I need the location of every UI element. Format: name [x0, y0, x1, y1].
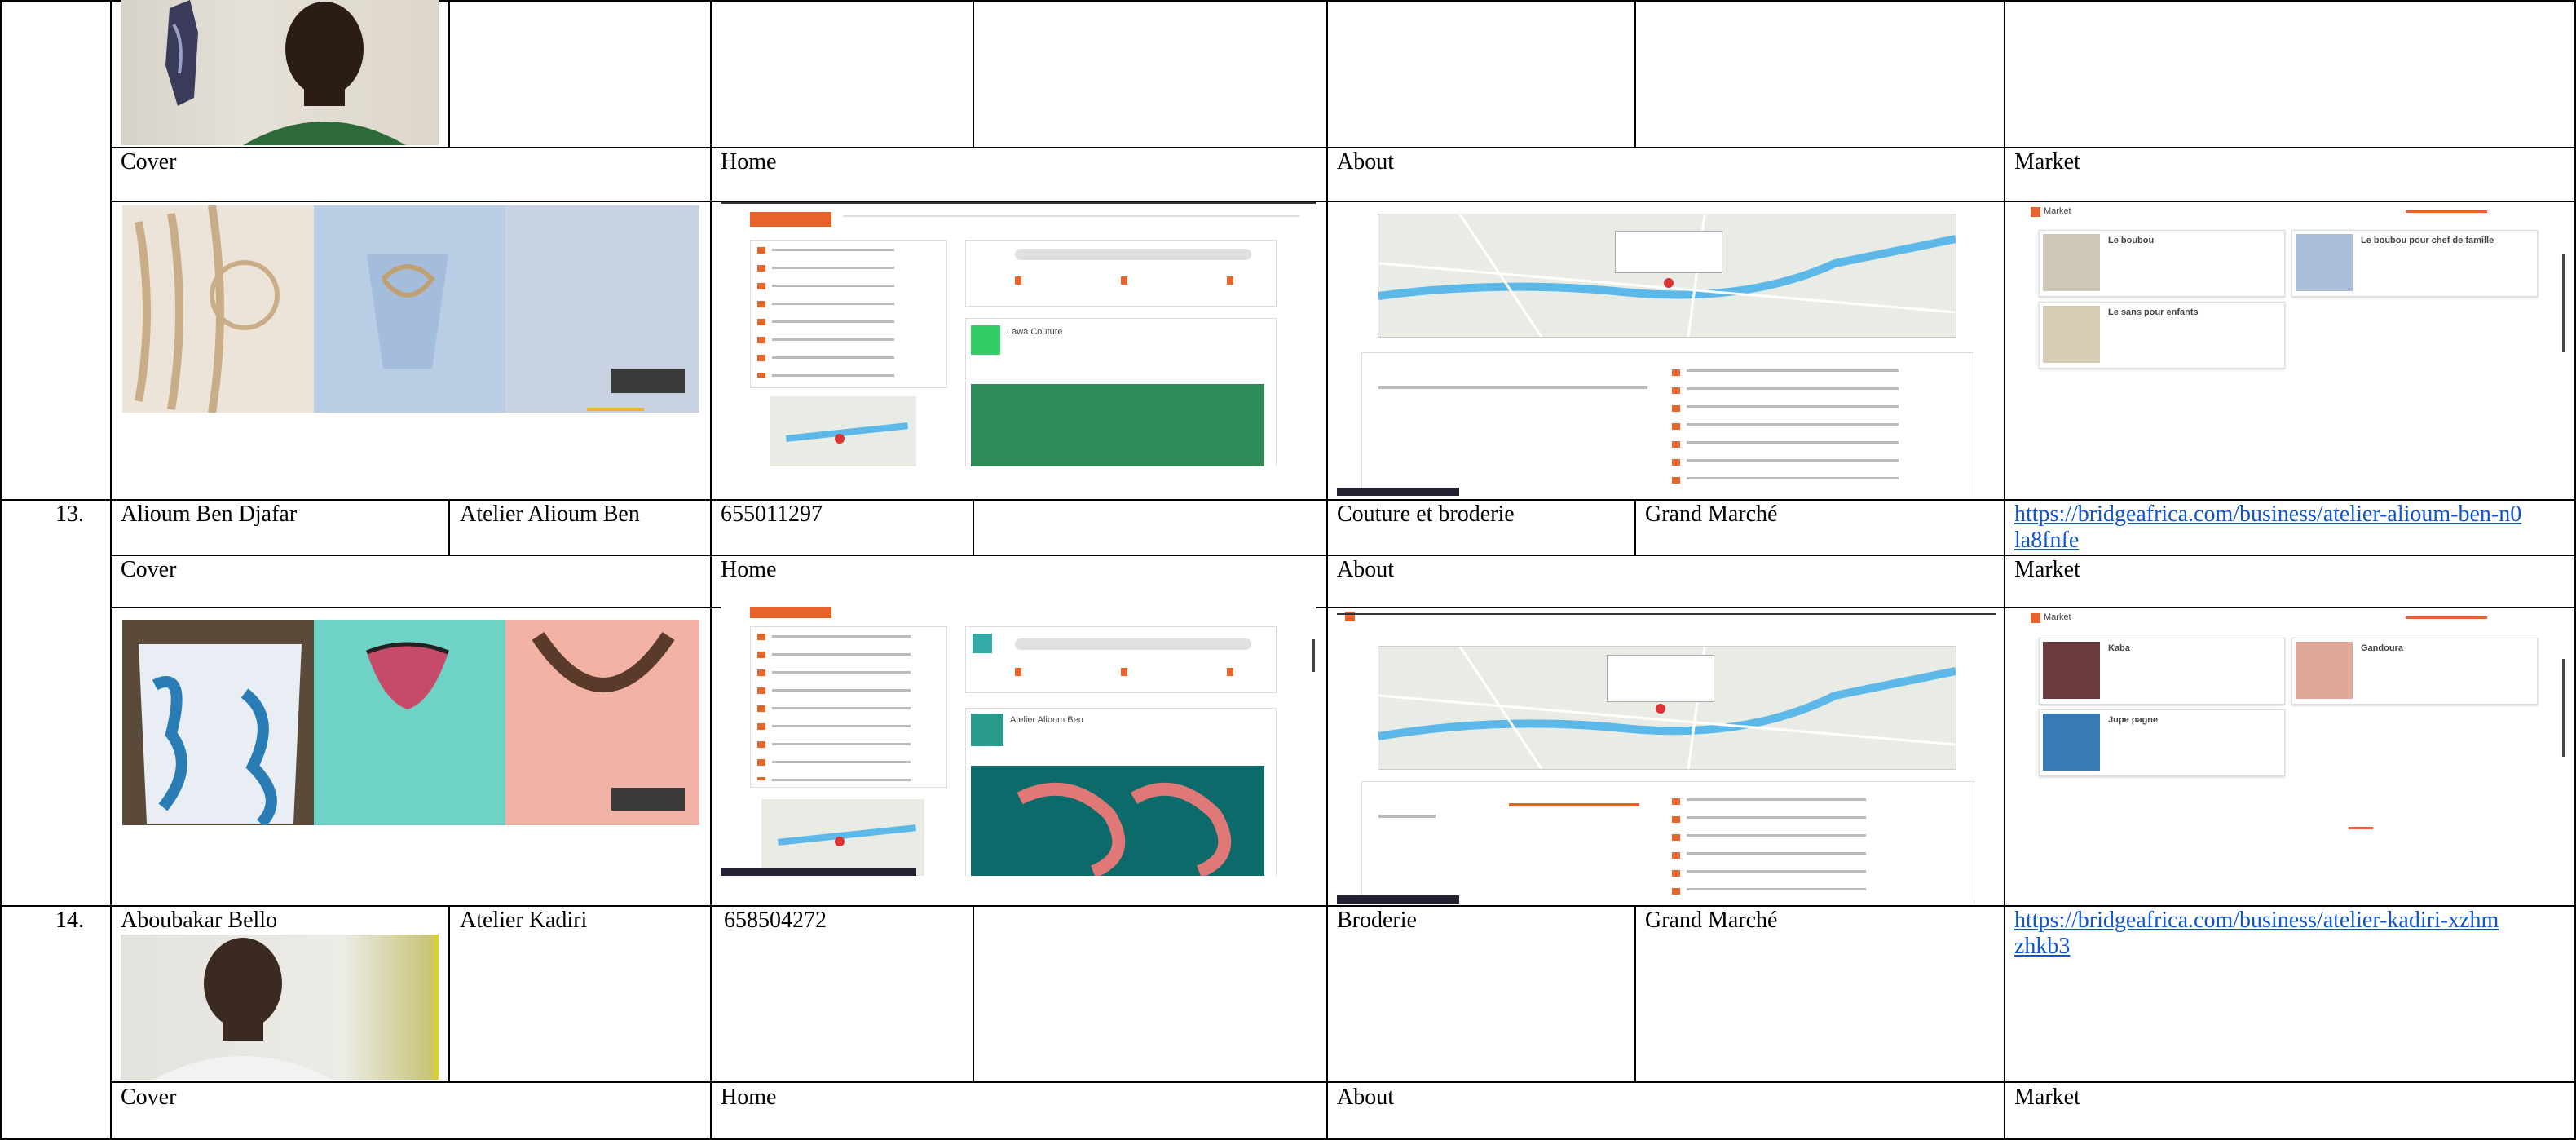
cover-label: Cover: [121, 149, 177, 175]
market-item-title: Le boubou: [2108, 236, 2155, 245]
market-label: Market: [2014, 149, 2080, 175]
col-line: [448, 499, 450, 555]
phone-number: 658504272: [724, 908, 827, 933]
row-line: [110, 1081, 2576, 1083]
col-line: [973, 0, 974, 147]
owner-name: Alioum Ben Djafar: [121, 502, 298, 527]
portrait-photo: [121, 0, 439, 145]
col-line: [448, 905, 450, 1081]
home-screenshot: Lawa Couture: [721, 202, 1316, 466]
row-line: [110, 607, 2576, 608]
cover-label: Cover: [121, 557, 177, 582]
market-location: Grand Marché: [1645, 908, 1778, 933]
table-border-left: [0, 0, 2, 1140]
col-line: [1634, 905, 1636, 1081]
business-name: Atelier Kadiri: [460, 908, 588, 933]
col-line: [973, 499, 974, 555]
market-item-title: Gandoura: [2361, 643, 2403, 653]
business-name: Atelier Alioum Ben: [460, 502, 640, 527]
market-location: Grand Marché: [1645, 502, 1778, 527]
row-line: [110, 147, 2576, 148]
col-line: [1634, 0, 1636, 147]
market-item-title: Kaba: [2108, 643, 2130, 653]
col-line: [710, 0, 712, 1140]
about-label: About: [1337, 149, 1394, 175]
home-screenshot: Atelier Alioum Ben: [721, 607, 1316, 876]
about-map-screenshot: [1337, 610, 1996, 904]
market-heading: Market: [2044, 612, 2071, 622]
col-line: [110, 0, 112, 1140]
market-item-title: Jupe pagne: [2108, 715, 2159, 725]
business-url-link[interactable]: https://bridgeafrica.com/business/atelie…: [2014, 502, 2528, 554]
home-label: Home: [721, 557, 777, 582]
col-line: [1326, 0, 1328, 1140]
activity: Couture et broderie: [1337, 502, 1515, 527]
col-line: [448, 0, 450, 147]
home-label: Home: [721, 1085, 777, 1110]
market-heading: Market: [2044, 206, 2071, 216]
col-line: [1634, 499, 1636, 555]
home-label: Home: [721, 149, 777, 175]
row-separator-14: [0, 905, 2576, 907]
market-label: Market: [2014, 1085, 2080, 1110]
about-label: About: [1337, 557, 1394, 582]
home-card-title: Atelier Alioum Ben: [1010, 715, 1083, 725]
about-map-screenshot: [1337, 205, 1996, 496]
business-url-link[interactable]: https://bridgeafrica.com/business/atelie…: [2014, 908, 2503, 960]
market-item-title: Le boubou pour chef de famille: [2361, 236, 2494, 245]
market-label: Market: [2014, 557, 2080, 582]
col-line: [2004, 0, 2005, 1140]
row-number: 14.: [55, 908, 84, 933]
row-line: [110, 201, 2576, 202]
activity: Broderie: [1337, 908, 1417, 933]
phone-number: 655011297: [721, 502, 823, 527]
row-number: 13.: [55, 502, 84, 527]
market-item-title: Le sans pour enfants: [2108, 307, 2199, 317]
market-screenshot: Market Le boubou Le boubou pour chef de …: [2014, 205, 2565, 442]
row-separator-13: [0, 499, 2576, 501]
about-label: About: [1337, 1085, 1394, 1110]
cover-label: Cover: [121, 1085, 177, 1110]
row-line: [110, 555, 2576, 556]
cover-screenshot: [122, 620, 699, 825]
col-line: [973, 905, 974, 1081]
home-card-title: Lawa Couture: [1007, 327, 1063, 337]
owner-name: Aboubakar Bello: [121, 908, 278, 933]
portrait-photo: [121, 935, 439, 1080]
cover-screenshot: [122, 205, 699, 413]
market-screenshot: Market Kaba Gandoura Jupe pagne: [2014, 610, 2565, 838]
